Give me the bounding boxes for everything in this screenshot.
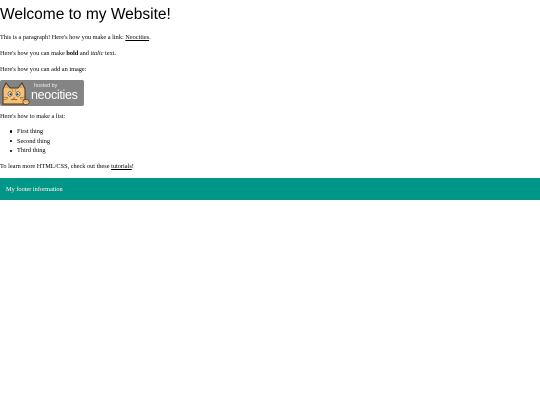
italic-text: italic (90, 50, 104, 57)
learn-more-text-end: ! (131, 163, 134, 170)
formatting-paragraph: Here's how you can make bold and italic … (0, 50, 116, 58)
intro-paragraph: This is a paragraph! Here's how you make… (0, 34, 151, 42)
bold-text: bold (66, 50, 79, 57)
list-item: Third thing (9, 147, 50, 157)
badge-neocities-text: neocities (31, 88, 78, 102)
list-item: Second thing (9, 138, 50, 148)
intro-text: This is a paragraph! Here's how you make… (0, 34, 126, 41)
learn-more-text: To learn more HTML/CSS, check out these (0, 163, 112, 170)
page-title: Welcome to my Website! (0, 6, 171, 23)
list-item: First thing (9, 128, 50, 138)
intro-text-end: . (149, 34, 151, 41)
neocities-link[interactable]: Neocities (125, 34, 149, 41)
formatting-text-start: Here's how you can make (0, 50, 67, 57)
list-paragraph: Here's how to make a list: (0, 113, 66, 120)
formatting-text-end: text. (103, 50, 117, 57)
formatting-text-middle: and (78, 50, 91, 57)
footer-text: My footer information (6, 185, 63, 193)
image-paragraph: Here's how you can add an image: (0, 66, 87, 73)
hosted-by-neocities-badge[interactable]: hosted by neocities (0, 80, 84, 106)
page: Welcome to my Website! This is a paragra… (0, 0, 540, 405)
tutorials-link[interactable]: tutorials (111, 163, 132, 170)
learn-more-paragraph: To learn more HTML/CSS, check out these … (0, 163, 134, 171)
things-list: First thing Second thing Third thing (0, 128, 50, 157)
footer: My footer information (0, 178, 540, 200)
